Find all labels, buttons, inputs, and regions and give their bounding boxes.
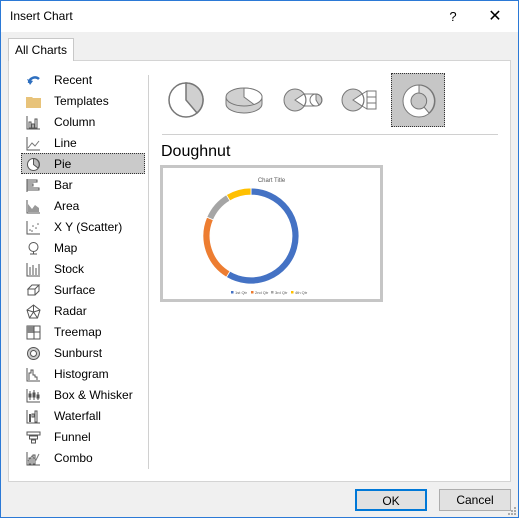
legend-label: 2nd Qtr — [255, 290, 269, 295]
folder-icon — [26, 97, 41, 108]
pie-icon — [168, 82, 204, 118]
preview-heading: Doughnut — [161, 143, 231, 160]
sidebar-item-label: Histogram — [54, 367, 109, 381]
sidebar-item-label: Combo — [54, 451, 93, 465]
sidebar-item-label: Column — [54, 115, 96, 129]
sidebar-item-label: Line — [54, 136, 77, 150]
subtype-pie-of-pie[interactable] — [275, 73, 329, 127]
doughnut-slice-3 — [206, 194, 231, 221]
sidebar-item-recent[interactable]: Recent — [21, 69, 145, 90]
close-button[interactable]: ✕ — [483, 5, 507, 29]
doughnut-chart: Chart Title 1st Qtr 2nd Qtr 3rd Qtr 4th Qtr — [202, 178, 308, 295]
sidebar-item-label: Funnel — [54, 430, 91, 444]
subtype-doughnut[interactable] — [391, 73, 445, 127]
sidebar-item-label: X Y (Scatter) — [54, 220, 123, 234]
doughnut-slice-1 — [225, 187, 300, 285]
sidebar-item-pie[interactable]: Pie — [21, 153, 145, 174]
sidebar-item-waterfall[interactable]: Waterfall — [21, 405, 145, 426]
sidebar-item-label: Box & Whisker — [54, 388, 133, 402]
resize-grip-icon[interactable] — [508, 507, 516, 515]
chart-type-list: Recent Templates Column Line Pie Bar Are… — [21, 69, 145, 468]
area-chart-icon — [26, 200, 40, 214]
combo-chart-icon — [26, 452, 40, 466]
pie-of-pie-icon — [283, 88, 323, 112]
sidebar-item-line[interactable]: Line — [21, 132, 145, 153]
waterfall-chart-icon — [26, 410, 40, 424]
sidebar-item-box-whisker[interactable]: Box & Whisker — [21, 384, 145, 405]
sidebar-item-radar[interactable]: Radar — [21, 300, 145, 321]
legend-label: 3rd Qtr — [275, 290, 288, 295]
horizontal-divider — [162, 134, 498, 135]
doughnut-slice-2 — [202, 216, 231, 278]
map-chart-icon — [28, 242, 39, 255]
doughnut-icon — [402, 84, 436, 118]
chart-panel: Recent Templates Column Line Pie Bar Are… — [8, 60, 511, 482]
sidebar-item-combo[interactable]: Combo — [21, 447, 145, 468]
sidebar-item-funnel[interactable]: Funnel — [21, 426, 145, 447]
sidebar-item-sunburst[interactable]: Sunburst — [21, 342, 145, 363]
surface-chart-icon — [26, 284, 41, 296]
legend-swatch — [231, 291, 234, 294]
chart-preview[interactable]: Chart Title 1st Qtr 2nd Qtr 3rd Qtr 4th Qtr — [160, 165, 383, 302]
sidebar-item-treemap[interactable]: Treemap — [21, 321, 145, 342]
doughnut-slice-4 — [225, 187, 252, 202]
sidebar-item-label: Area — [54, 199, 80, 213]
legend-swatch — [271, 291, 274, 294]
title-bar: Insert Chart ? ✕ — [1, 1, 518, 32]
bar-chart-icon — [26, 179, 40, 192]
sidebar-item-scatter[interactable]: X Y (Scatter) — [21, 216, 145, 237]
funnel-chart-icon — [26, 431, 41, 444]
ok-button[interactable]: OK — [355, 489, 427, 511]
subtype-pie-3d[interactable] — [217, 73, 271, 127]
subtype-pie[interactable] — [159, 73, 213, 127]
sidebar-item-label: Pie — [54, 157, 72, 171]
legend-label: 4th Qtr — [295, 290, 308, 295]
sidebar-item-label: Templates — [54, 94, 109, 108]
help-button[interactable]: ? — [441, 5, 465, 29]
sidebar-item-label: Waterfall — [54, 409, 101, 423]
subtype-bar-of-pie[interactable] — [333, 73, 387, 127]
legend-swatch — [251, 291, 254, 294]
sidebar-item-stock[interactable]: Stock — [21, 258, 145, 279]
recent-icon — [27, 76, 40, 85]
sidebar-item-label: Bar — [54, 178, 73, 192]
legend-label: 1st Qtr — [235, 290, 248, 295]
histogram-chart-icon — [26, 368, 40, 382]
scatter-chart-icon — [26, 221, 40, 235]
radar-chart-icon — [26, 304, 41, 319]
sidebar-item-label: Sunburst — [54, 346, 103, 360]
chart-title: Chart Title — [258, 178, 286, 184]
sidebar-item-area[interactable]: Area — [21, 195, 145, 216]
sunburst-chart-icon — [27, 347, 40, 360]
sidebar-item-templates[interactable]: Templates — [21, 90, 145, 111]
sidebar-item-label: Stock — [54, 262, 85, 276]
sidebar-item-label: Treemap — [54, 325, 102, 339]
box-whisker-chart-icon — [26, 389, 40, 403]
pie-chart-icon — [27, 157, 40, 171]
cancel-button[interactable]: Cancel — [439, 489, 511, 511]
sidebar-item-surface[interactable]: Surface — [21, 279, 145, 300]
vertical-divider — [148, 75, 149, 469]
sidebar-item-label: Recent — [54, 73, 93, 87]
sidebar-item-map[interactable]: Map — [21, 237, 145, 258]
line-chart-icon — [26, 137, 40, 151]
dialog-title: Insert Chart — [10, 9, 73, 23]
tab-all-charts[interactable]: All Charts — [8, 38, 74, 61]
insert-chart-dialog: Insert Chart ? ✕ All Charts Recent Templ… — [0, 0, 519, 518]
column-chart-icon — [26, 116, 40, 130]
stock-chart-icon — [26, 263, 40, 277]
sidebar-item-column[interactable]: Column — [21, 111, 145, 132]
sidebar-item-label: Map — [54, 241, 78, 255]
sidebar-item-label: Surface — [54, 283, 96, 297]
sidebar-item-bar[interactable]: Bar — [21, 174, 145, 195]
legend-swatch — [291, 291, 294, 294]
pie-3d-icon — [225, 87, 263, 114]
sidebar-item-histogram[interactable]: Histogram — [21, 363, 145, 384]
bar-of-pie-icon — [341, 88, 377, 112]
treemap-chart-icon — [26, 325, 41, 340]
sidebar-item-label: Radar — [54, 304, 87, 318]
